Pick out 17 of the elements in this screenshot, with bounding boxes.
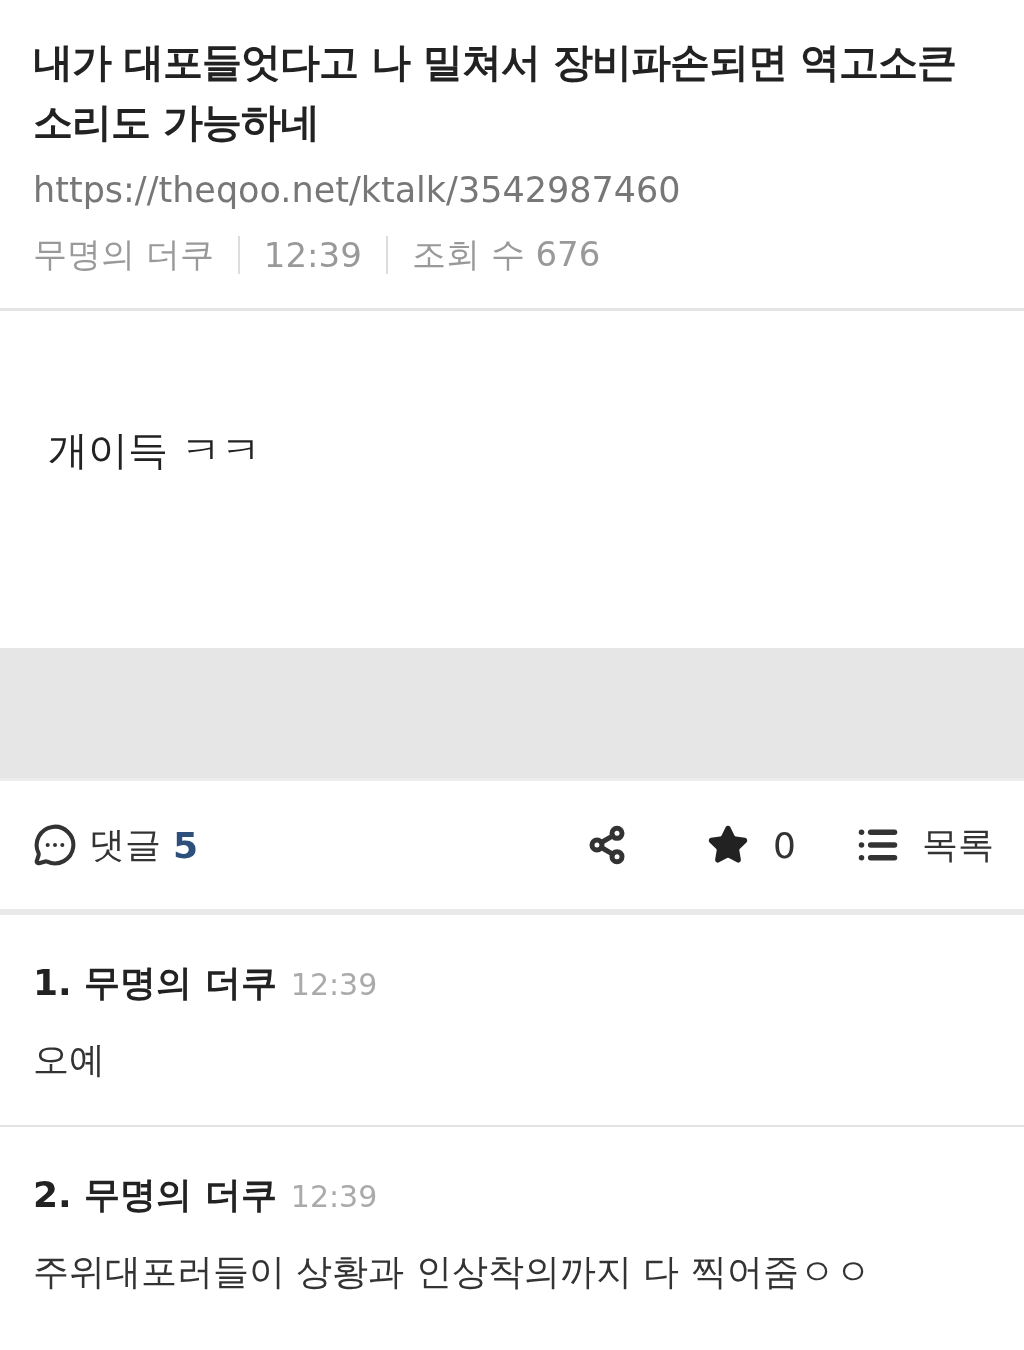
view-count: 조회 수 676 [411,233,601,276]
comment-text: 오예 [33,1038,106,1082]
star-icon [707,824,750,866]
favorite-button[interactable]: 0 [707,824,796,866]
author-name: 무명의 더쿠 [33,233,214,276]
comment-time: 12:39 [290,1179,378,1214]
comments-button[interactable]: 댓글 5 [33,820,199,870]
post-title: 내가 대포들엇다고 나 밀쳐서 장비파손되면 역고소큰소리도 가능하네 [33,38,957,147]
post-url: https://theqoo.net/ktalk/3542987460 [33,170,682,210]
comment-icon [33,823,77,867]
comment-author: 2. 무명의 더쿠 [33,1173,277,1217]
list-button[interactable]: 목록 [856,820,994,870]
comment-author: 1. 무명의 더쿠 [33,961,277,1005]
comment-text: 주위대포러들이 상황과 인상착의까지 다 찍어줌ㅇㅇ [33,1250,872,1294]
post-time: 12:39 [263,235,362,275]
comment-time: 12:39 [290,967,378,1002]
post-body: 개이득 ㅋㅋ [48,427,261,473]
